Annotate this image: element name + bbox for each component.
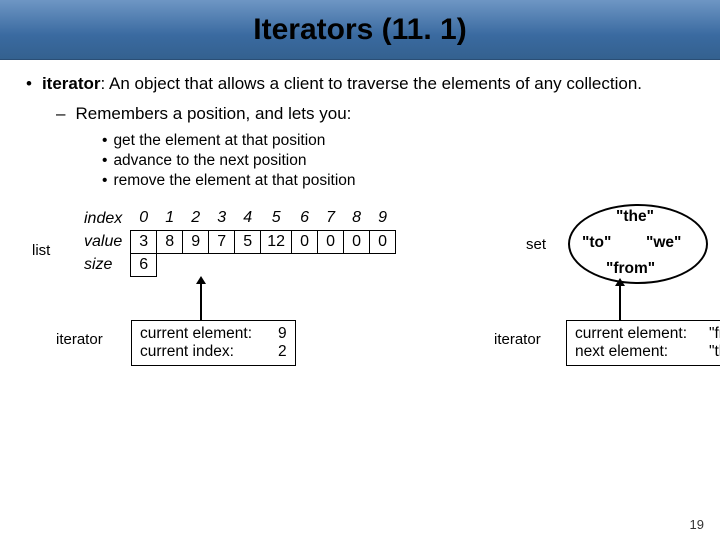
- value-row: value 3 8 9 7 5 12 0 0 0 0: [78, 230, 396, 253]
- sub-text: Remembers a position, and lets you:: [75, 104, 351, 124]
- size-row: size 6: [78, 253, 396, 276]
- capability-a: •get the element at that position: [102, 132, 700, 150]
- set-label: set: [526, 236, 546, 253]
- definition-text: : An object that allows a client to trav…: [101, 74, 642, 93]
- iterator2-box: current element:"from" next element:"the…: [566, 320, 720, 366]
- set-item-from: "from": [606, 260, 655, 278]
- size-header: size: [78, 253, 131, 276]
- bullet-icon: •: [102, 172, 107, 190]
- body: • iterator: An object that allows a clie…: [0, 60, 720, 394]
- index-header: index: [78, 207, 131, 230]
- bullet-icon: •: [26, 74, 32, 94]
- iterator1-label: iterator: [56, 331, 103, 348]
- capability-c: •remove the element at that position: [102, 172, 700, 190]
- set-item-we: "we": [646, 234, 681, 252]
- arrow-icon: [200, 282, 202, 320]
- capability-b: •advance to the next position: [102, 152, 700, 170]
- term: iterator: [42, 74, 101, 93]
- definition: • iterator: An object that allows a clie…: [26, 74, 700, 94]
- iterator1-box: current element:9 current index:2: [131, 320, 296, 366]
- diagram: list index 0 1 2 3 4 5 6 7 8 9 value 3 8…: [26, 204, 700, 394]
- index-row: index 0 1 2 3 4 5 6 7 8 9: [78, 207, 396, 230]
- set-item-to: "to": [582, 234, 611, 252]
- dash-icon: –: [56, 104, 65, 124]
- array-table: index 0 1 2 3 4 5 6 7 8 9 value 3 8 9 7 …: [78, 207, 396, 277]
- title-bar: Iterators (11. 1): [0, 0, 720, 60]
- page-title: Iterators (11. 1): [253, 13, 466, 47]
- bullet-icon: •: [102, 152, 107, 170]
- arrow-icon: [619, 284, 621, 320]
- set-item-the: "the": [616, 208, 654, 226]
- list-label: list: [32, 242, 50, 259]
- sub-bullet: – Remembers a position, and lets you:: [56, 104, 700, 124]
- value-header: value: [78, 230, 131, 253]
- iterator2-label: iterator: [494, 331, 541, 348]
- page-number: 19: [690, 517, 704, 532]
- bullet-icon: •: [102, 132, 107, 150]
